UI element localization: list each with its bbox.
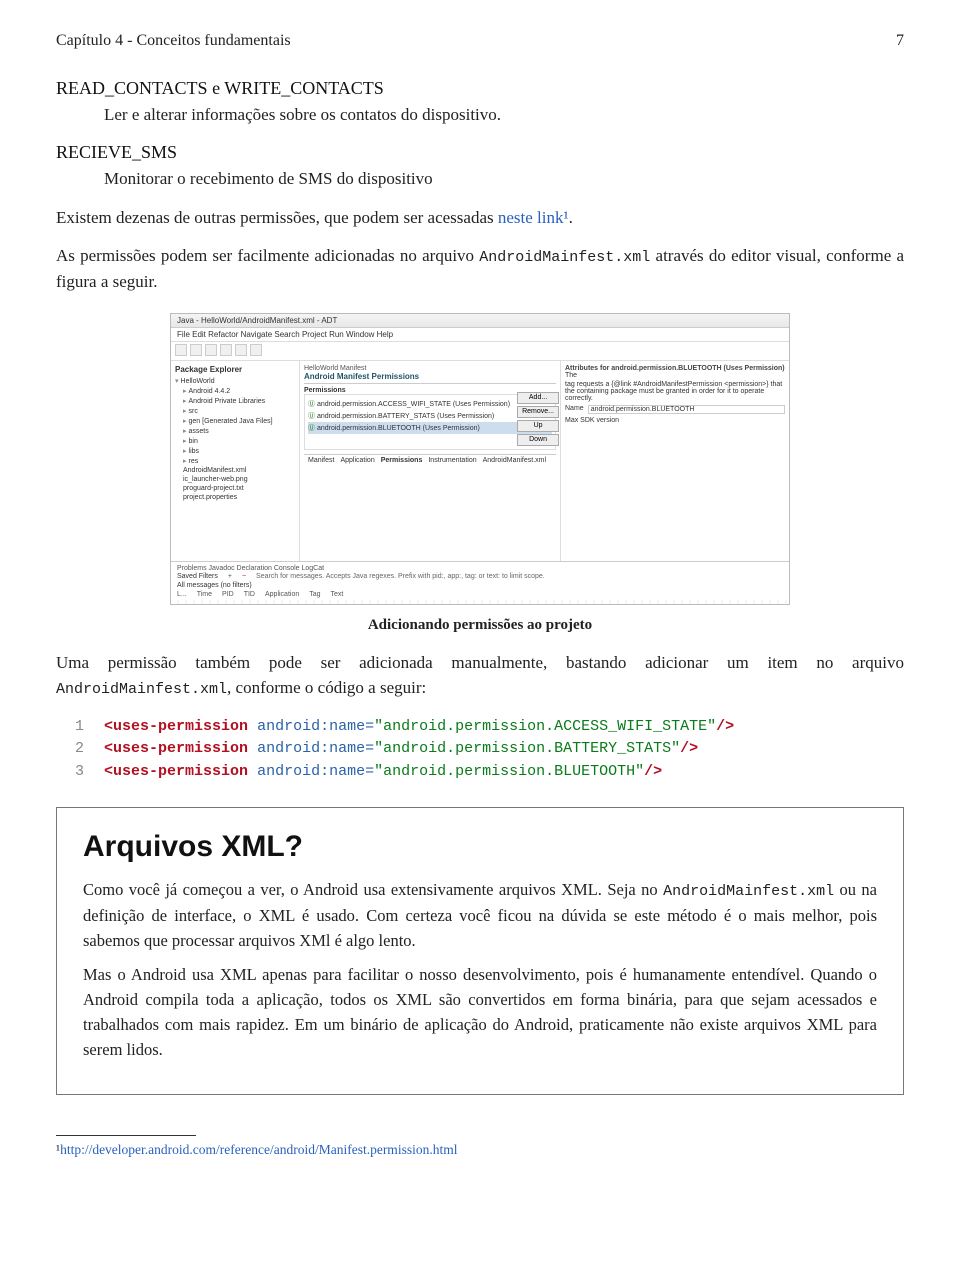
figure-ide-screenshot: Java - HelloWorld/AndroidManifest.xml - … xyxy=(170,313,790,605)
remove-button[interactable]: Remove... xyxy=(517,406,559,418)
box-paragraph: Como você já começou a ver, o Android us… xyxy=(83,878,877,953)
footnote-link[interactable]: http://developer.android.com/reference/a… xyxy=(60,1142,457,1157)
toolbar-icon[interactable] xyxy=(250,344,262,356)
chapter-title: Capítulo 4 - Conceitos fundamentais xyxy=(56,32,291,50)
code-line: 2 <uses-permission android:name="android… xyxy=(56,738,904,761)
paragraph: Uma permissão também pode ser adicionada… xyxy=(56,650,904,702)
editor-bottom-tabs: Manifest Application Permissions Instrum… xyxy=(304,454,556,466)
link-neste-link[interactable]: neste link¹ xyxy=(498,208,569,227)
list-item[interactable]: Ⓤ android.permission.BLUETOOTH (Uses Per… xyxy=(308,422,552,434)
package-explorer[interactable]: Package Explorer ▾HelloWorld ▸Android 4.… xyxy=(171,361,300,561)
paragraph: Existem dezenas de outras permissões, qu… xyxy=(56,205,904,231)
toolbar-icon[interactable] xyxy=(205,344,217,356)
editor-heading: Android Manifest Permissions xyxy=(304,372,556,384)
figure-caption: Adicionando permissões ao projeto xyxy=(56,617,904,634)
term-recieve-sms: RECIEVE_SMS xyxy=(56,142,904,163)
search-hint[interactable]: Search for messages. Accepts Java regexe… xyxy=(256,573,783,580)
box-title: Arquivos XML? xyxy=(83,830,877,864)
ide-titlebar: Java - HelloWorld/AndroidManifest.xml - … xyxy=(171,314,789,328)
tab-androidmanifest[interactable]: AndroidManifest.xml xyxy=(483,457,546,464)
logcat-panel: Problems Javadoc Declaration Console Log… xyxy=(171,561,789,605)
code-inline: AndroidMainfest.xml xyxy=(56,681,227,698)
term-desc: Monitorar o recebimento de SMS do dispos… xyxy=(104,167,904,192)
term-read-write-contacts: READ_CONTACTS e WRITE_CONTACTS xyxy=(56,78,904,99)
bottom-tabs: Problems Javadoc Declaration Console Log… xyxy=(177,565,783,572)
tab-application[interactable]: Application xyxy=(340,457,374,464)
list-item[interactable]: Ⓤ android.permission.ACCESS_WIFI_STATE (… xyxy=(308,398,552,410)
perm-buttons: Add... Remove... Up Down xyxy=(517,392,559,446)
minus-icon[interactable]: − xyxy=(242,573,246,580)
code-inline: AndroidMainfest.xml xyxy=(663,883,834,900)
toolbar-icon[interactable] xyxy=(220,344,232,356)
code-line: 3 <uses-permission android:name="android… xyxy=(56,761,904,784)
attr-title: Attributes for android.permission.BLUETO… xyxy=(565,365,785,372)
box-paragraph: Mas o Android usa XML apenas para facili… xyxy=(83,963,877,1062)
ide-toolbar xyxy=(171,342,789,361)
attributes-pane: Attributes for android.permission.BLUETO… xyxy=(560,361,789,561)
up-button[interactable]: Up xyxy=(517,420,559,432)
editor-tab[interactable]: HelloWorld Manifest xyxy=(304,365,556,372)
footnote: ¹http://developer.android.com/reference/… xyxy=(56,1142,904,1158)
tab-permissions[interactable]: Permissions xyxy=(381,457,423,464)
tab-instrumentation[interactable]: Instrumentation xyxy=(428,457,476,464)
code-line: 1 <uses-permission android:name="android… xyxy=(56,716,904,739)
page: Capítulo 4 - Conceitos fundamentais 7 RE… xyxy=(0,0,960,1267)
tab-manifest[interactable]: Manifest xyxy=(308,457,334,464)
ide-window: Java - HelloWorld/AndroidManifest.xml - … xyxy=(170,313,790,605)
list-item[interactable]: Ⓤ android.permission.BATTERY_STATS (Uses… xyxy=(308,410,552,422)
paragraph: As permissões podem ser facilmente adici… xyxy=(56,243,904,295)
code-block: 1 <uses-permission android:name="android… xyxy=(56,716,904,784)
toolbar-icon[interactable] xyxy=(175,344,187,356)
code-inline: AndroidMainfest.xml xyxy=(479,249,650,266)
toolbar-icon[interactable] xyxy=(190,344,202,356)
footnote-rule xyxy=(56,1135,196,1136)
page-number: 7 xyxy=(896,32,904,50)
editor-main: HelloWorld Manifest Android Manifest Per… xyxy=(300,361,560,561)
info-box: Arquivos XML? Como você já começou a ver… xyxy=(56,807,904,1095)
toolbar-icon[interactable] xyxy=(235,344,247,356)
page-header: Capítulo 4 - Conceitos fundamentais 7 xyxy=(56,32,904,50)
term-desc: Ler e alterar informações sobre os conta… xyxy=(104,103,904,128)
ide-menubar: File Edit Refactor Navigate Search Proje… xyxy=(171,328,789,342)
definition-list: READ_CONTACTS e WRITE_CONTACTS Ler e alt… xyxy=(56,78,904,191)
plus-icon[interactable]: + xyxy=(228,573,232,580)
down-button[interactable]: Down xyxy=(517,434,559,446)
panel-title: Package Explorer xyxy=(175,365,295,376)
add-button[interactable]: Add... xyxy=(517,392,559,404)
name-field[interactable]: android.permission.BLUETOOTH xyxy=(588,405,785,414)
